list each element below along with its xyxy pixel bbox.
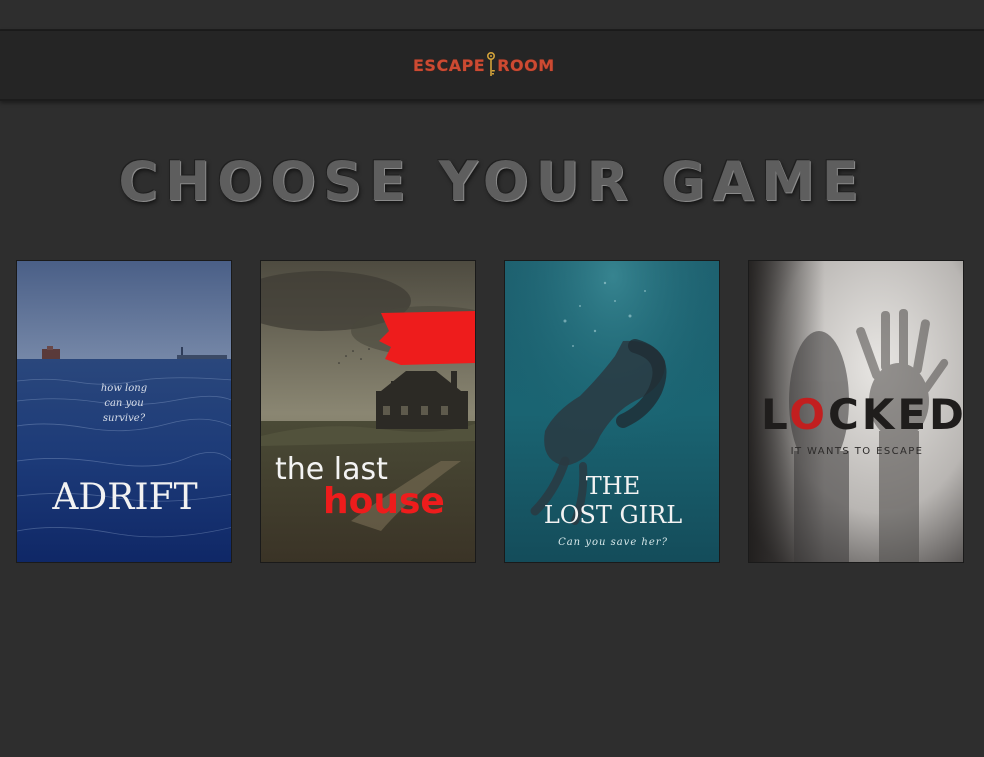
logo-text-room: ROOM: [497, 55, 555, 75]
locked-title-l: L: [761, 390, 789, 439]
adrift-poster: how long can you survive? ADRIFT: [17, 261, 231, 562]
locked-title-rest: CKED: [828, 390, 964, 439]
adrift-tagline-1: how long: [101, 383, 147, 394]
adrift-title: ADRIFT: [51, 477, 197, 518]
logo-text-escape: ESCAPE: [413, 55, 486, 75]
page-title: CHOOSE YOUR GAME: [118, 150, 866, 213]
key-icon: [487, 52, 496, 76]
locked-poster: LOCKED IT WANTS TO ESCAPE: [749, 261, 964, 562]
locked-tagline: IT WANTS TO ESCAPE: [791, 446, 924, 457]
the-last-house-poster: the last house: [261, 261, 475, 562]
locked-title-o: O: [789, 390, 828, 439]
game-card-locked[interactable]: LOCKED IT WANTS TO ESCAPE: [748, 260, 964, 563]
game-card-the-lost-girl[interactable]: THE LOST GIRL Can you save her?: [504, 260, 720, 563]
adrift-tagline-2: can you: [104, 398, 143, 409]
browser-top-strip: [0, 0, 984, 30]
svg-text:LOCKED: LOCKED: [761, 390, 964, 439]
game-card-adrift[interactable]: how long can you survive? ADRIFT: [16, 260, 232, 563]
escape-room-logo[interactable]: ESCAPE ROOM: [413, 52, 555, 78]
lost-girl-title-1: THE: [586, 472, 640, 500]
site-header: ESCAPE ROOM: [0, 30, 984, 101]
lost-girl-title-2: LOST GIRL: [544, 501, 682, 529]
the-lost-girl-poster: THE LOST GIRL Can you save her?: [505, 261, 719, 562]
lost-girl-tagline: Can you save her?: [558, 537, 668, 548]
game-card-the-last-house[interactable]: the last house: [260, 260, 476, 563]
adrift-tagline-3: survive?: [103, 413, 146, 424]
last-house-title-2: house: [323, 481, 445, 522]
